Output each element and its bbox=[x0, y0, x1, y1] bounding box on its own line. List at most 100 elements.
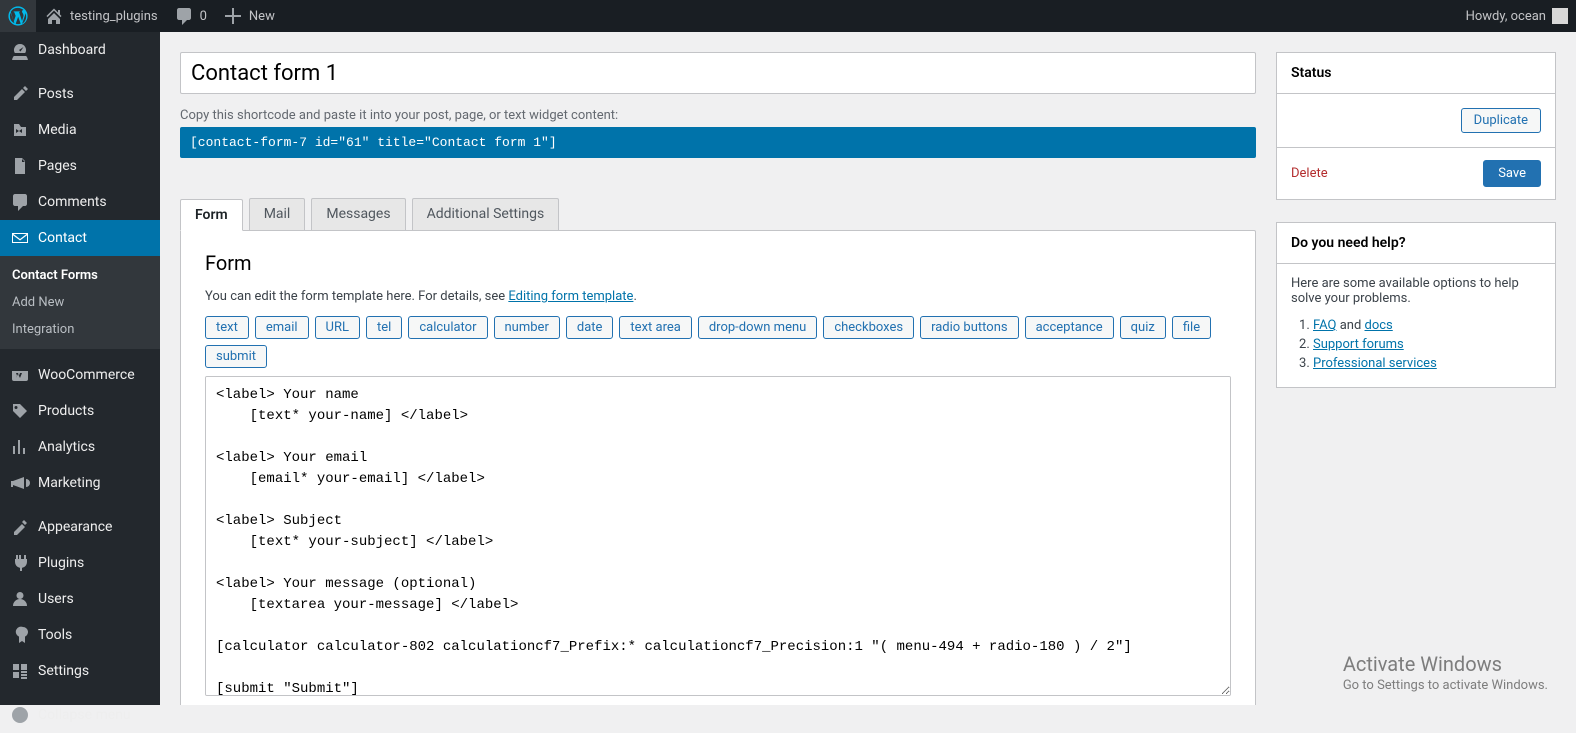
tab-messages[interactable]: Messages bbox=[311, 198, 405, 230]
comments-link[interactable]: 0 bbox=[166, 0, 215, 32]
status-heading: Status bbox=[1277, 53, 1555, 94]
delete-link[interactable]: Delete bbox=[1291, 166, 1328, 181]
woocommerce-icon bbox=[10, 365, 30, 385]
sidebar-item-label: Tools bbox=[38, 627, 72, 643]
tools-icon bbox=[10, 625, 30, 645]
sidebar-item-marketing[interactable]: Marketing bbox=[0, 465, 160, 501]
help-link[interactable]: Support forums bbox=[1313, 337, 1404, 352]
users-icon bbox=[10, 589, 30, 609]
help-list-item: FAQ and docs bbox=[1313, 318, 1541, 333]
sidebar-item-label: Users bbox=[38, 591, 74, 607]
sidebar-item-label: Dashboard bbox=[38, 42, 106, 58]
panel-description: You can edit the form template here. For… bbox=[205, 289, 1231, 304]
help-heading: Do you need help? bbox=[1277, 223, 1555, 264]
help-link[interactable]: Professional services bbox=[1313, 356, 1437, 371]
help-link[interactable]: docs bbox=[1365, 318, 1393, 333]
sidebar-item-woocommerce[interactable]: WooCommerce bbox=[0, 357, 160, 393]
posts-icon bbox=[10, 84, 30, 104]
tag-button-tel[interactable]: tel bbox=[366, 316, 402, 339]
sidebar-item-media[interactable]: Media bbox=[0, 112, 160, 148]
editing-template-link[interactable]: Editing form template bbox=[508, 289, 633, 304]
dashboard-icon bbox=[10, 40, 30, 60]
avatar bbox=[1552, 8, 1568, 24]
sidebar-item-label: Appearance bbox=[38, 519, 112, 535]
sidebar-item-label: Posts bbox=[38, 86, 74, 102]
help-link[interactable]: FAQ bbox=[1313, 318, 1336, 333]
products-icon bbox=[10, 401, 30, 421]
tag-button-quiz[interactable]: quiz bbox=[1120, 316, 1166, 339]
help-postbox: Do you need help? Here are some availabl… bbox=[1276, 222, 1556, 388]
shortcode-box[interactable]: [contact-form-7 id="61" title="Contact f… bbox=[180, 127, 1256, 158]
tag-button-text-area[interactable]: text area bbox=[619, 316, 691, 339]
plugins-icon bbox=[10, 553, 30, 573]
tag-button-acceptance[interactable]: acceptance bbox=[1025, 316, 1114, 339]
tag-button-text[interactable]: text bbox=[205, 316, 249, 339]
sidebar-item-label: Settings bbox=[38, 663, 89, 679]
help-list-item: Professional services bbox=[1313, 356, 1541, 371]
tag-button-number[interactable]: number bbox=[494, 316, 560, 339]
sidebar-item-label: Collapse menu bbox=[38, 707, 131, 723]
appearance-icon bbox=[10, 517, 30, 537]
panel-heading: Form bbox=[205, 251, 1231, 275]
collapse-icon bbox=[10, 705, 30, 725]
analytics-icon bbox=[10, 437, 30, 457]
wordpress-icon bbox=[8, 6, 28, 26]
contact-icon bbox=[10, 228, 30, 248]
tab-form[interactable]: Form bbox=[180, 199, 243, 231]
help-intro: Here are some available options to help … bbox=[1291, 276, 1541, 306]
tag-button-date[interactable]: date bbox=[566, 316, 614, 339]
new-label: New bbox=[249, 9, 275, 24]
sidebar-item-label: Pages bbox=[38, 158, 77, 174]
new-content[interactable]: New bbox=[215, 0, 283, 32]
sidebar-item-comments[interactable]: Comments bbox=[0, 184, 160, 220]
sidebar-item-label: Analytics bbox=[38, 439, 95, 455]
save-button[interactable]: Save bbox=[1483, 160, 1541, 187]
sidebar-item-users[interactable]: Users bbox=[0, 581, 160, 617]
comment-icon bbox=[174, 6, 194, 26]
marketing-icon bbox=[10, 473, 30, 493]
form-title-input[interactable] bbox=[180, 52, 1256, 94]
sidebar-item-label: Comments bbox=[38, 194, 107, 210]
pages-icon bbox=[10, 156, 30, 176]
sidebar-item-plugins[interactable]: Plugins bbox=[0, 545, 160, 581]
shortcode-hint: Copy this shortcode and paste it into yo… bbox=[180, 108, 1256, 123]
submenu-item[interactable]: Add New bbox=[0, 289, 160, 316]
tag-button-drop-down-menu[interactable]: drop-down menu bbox=[698, 316, 817, 339]
sidebar-item-appearance[interactable]: Appearance bbox=[0, 509, 160, 545]
my-account[interactable]: Howdy, ocean bbox=[1458, 0, 1576, 32]
sidebar-item-label: Contact bbox=[38, 230, 87, 246]
tab-mail[interactable]: Mail bbox=[249, 198, 306, 230]
sidebar-item-settings[interactable]: Settings bbox=[0, 653, 160, 689]
sidebar-item-dashboard[interactable]: Dashboard bbox=[0, 32, 160, 68]
tag-button-URL[interactable]: URL bbox=[315, 316, 360, 339]
tag-button-calculator[interactable]: calculator bbox=[408, 316, 487, 339]
site-link[interactable]: testing_plugins bbox=[36, 0, 166, 32]
sidebar-item-analytics[interactable]: Analytics bbox=[0, 429, 160, 465]
tag-button-radio-buttons[interactable]: radio buttons bbox=[920, 316, 1019, 339]
tag-button-submit[interactable]: submit bbox=[205, 345, 267, 368]
sidebar-item-posts[interactable]: Posts bbox=[0, 76, 160, 112]
wp-logo[interactable] bbox=[0, 0, 36, 32]
sidebar-item-label: WooCommerce bbox=[38, 367, 135, 383]
sidebar-item-pages[interactable]: Pages bbox=[0, 148, 160, 184]
status-postbox: Status Duplicate Delete Save bbox=[1276, 52, 1556, 200]
help-list-item: Support forums bbox=[1313, 337, 1541, 352]
sidebar-item-label: Media bbox=[38, 122, 77, 138]
tag-button-checkboxes[interactable]: checkboxes bbox=[823, 316, 914, 339]
plus-icon bbox=[223, 6, 243, 26]
form-template-textarea[interactable] bbox=[205, 376, 1231, 696]
submenu-item[interactable]: Integration bbox=[0, 316, 160, 343]
sidebar-item-products[interactable]: Products bbox=[0, 393, 160, 429]
settings-icon bbox=[10, 661, 30, 681]
duplicate-button[interactable]: Duplicate bbox=[1461, 108, 1541, 133]
sidebar-item-collapse[interactable]: Collapse menu bbox=[0, 697, 160, 733]
sidebar-item-label: Plugins bbox=[38, 555, 84, 571]
sidebar-item-label: Products bbox=[38, 403, 94, 419]
tag-button-email[interactable]: email bbox=[255, 316, 309, 339]
tab-additional-settings[interactable]: Additional Settings bbox=[412, 198, 560, 230]
sidebar-item-tools[interactable]: Tools bbox=[0, 617, 160, 653]
sidebar-item-contact[interactable]: Contact bbox=[0, 220, 160, 256]
submenu-item[interactable]: Contact Forms bbox=[0, 262, 160, 289]
tag-button-file[interactable]: file bbox=[1172, 316, 1211, 339]
comments-icon bbox=[10, 192, 30, 212]
